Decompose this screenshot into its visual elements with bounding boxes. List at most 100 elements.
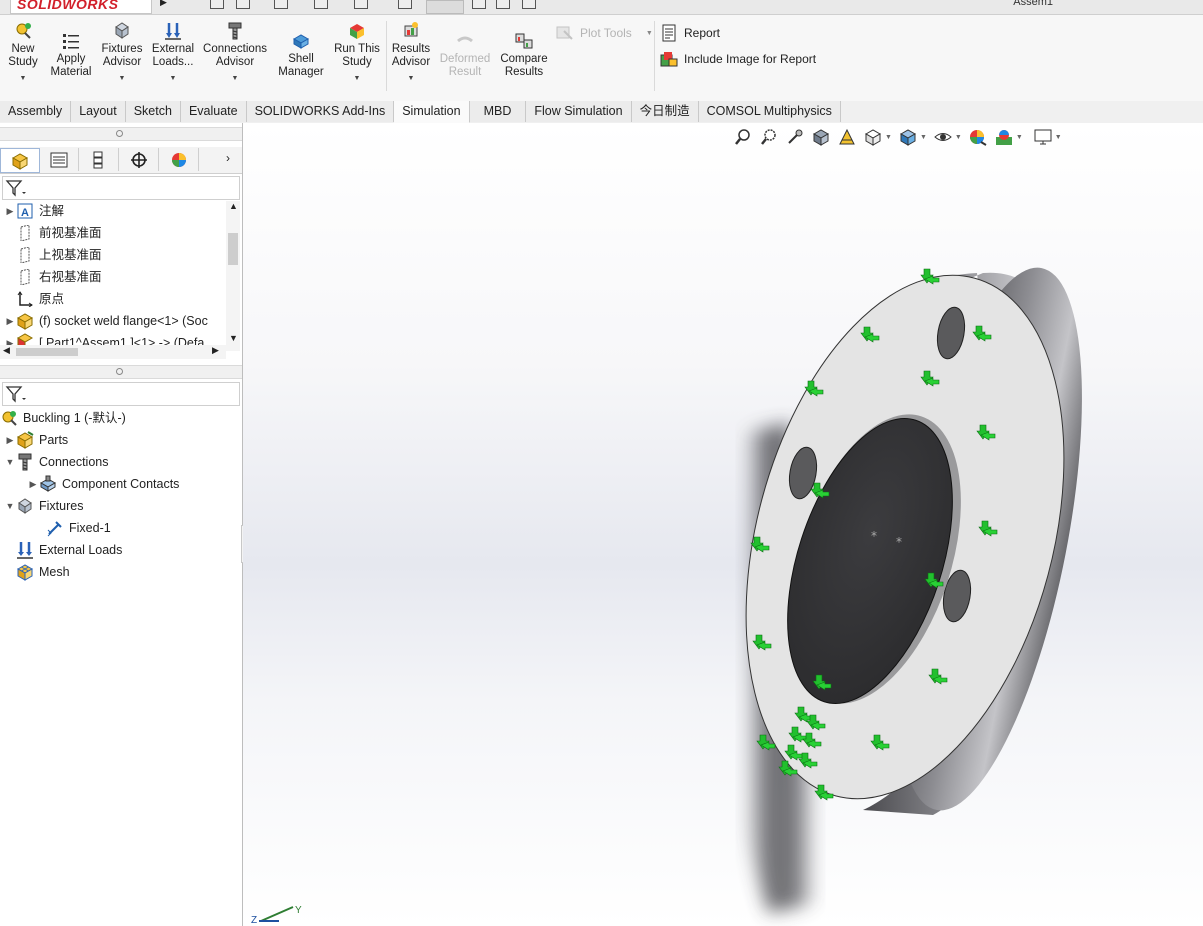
shell-manager-button[interactable]: Shell Manager (276, 31, 326, 79)
expand-arrow-icon[interactable]: ▶ (4, 332, 16, 346)
tab-propertymanager[interactable] (40, 148, 79, 171)
pane-splitter[interactable] (0, 127, 242, 141)
tree-item-origin[interactable]: 原点 (4, 288, 64, 310)
apply-material-button[interactable]: Apply Material (48, 31, 94, 79)
run-study-button[interactable]: Run This Study ▼ (332, 21, 382, 85)
sim-tree-component-contacts[interactable]: ▶ Component Contacts (27, 473, 179, 495)
connections-advisor-button[interactable]: Connections Advisor ▼ (200, 21, 270, 85)
tree-item-label: Fixtures (39, 499, 84, 513)
include-image-button[interactable]: Include Image for Report (660, 50, 816, 68)
scrollbar-thumb[interactable] (228, 233, 238, 265)
tab-featuremanager[interactable] (0, 148, 40, 173)
tab-mbd[interactable]: MBD (469, 101, 527, 122)
logo-text: SOLIDWORKS (17, 0, 119, 12)
sim-tree-connections[interactable]: ▼ Connections (4, 451, 109, 473)
tree-item-front-plane[interactable]: 前视基准面 (4, 222, 102, 244)
tab-assembly[interactable]: Assembly (0, 101, 72, 122)
tab-configurationmanager[interactable] (80, 148, 119, 171)
ribbon-separator (386, 21, 387, 91)
sim-tree-external-loads[interactable]: External Loads (4, 539, 122, 561)
rebuild-icon[interactable] (472, 0, 486, 9)
command-tabs: Assembly Layout Sketch Evaluate SOLIDWOR… (0, 101, 1203, 124)
tab-layout[interactable]: Layout (71, 101, 126, 122)
chevron-down-icon[interactable]: ▼ (646, 30, 653, 37)
plot-tools-button[interactable]: Plot Tools ▼ (556, 25, 653, 41)
solidworks-logo[interactable]: SOLIDWORKS (10, 0, 152, 14)
tab-displaymanager[interactable] (160, 148, 199, 171)
tree-item-socket-weld-flange[interactable]: ▶ (f) socket weld flange<1> (Soc (4, 310, 208, 332)
chevron-down-icon[interactable]: ▼ (332, 72, 382, 85)
deformed-result-button[interactable]: Deformed Result (436, 31, 494, 79)
save-icon[interactable] (314, 0, 328, 9)
manager-tabs: › (0, 147, 242, 174)
new-study-button[interactable]: New Study ▼ (4, 21, 42, 85)
chevron-down-icon[interactable]: ▼ (150, 72, 196, 85)
tree-item-label: Buckling 1 (-默认-) (23, 411, 126, 425)
include-image-icon (660, 52, 678, 67)
sim-tree-fixtures[interactable]: ▼ Fixtures (4, 495, 83, 517)
results-advisor-button[interactable]: Results Advisor ▼ (390, 21, 432, 85)
tree-item-part1[interactable]: ▶ [ Part1^Assem1 ]<1> -> (Defa (4, 332, 204, 346)
report-button[interactable]: Report (660, 24, 720, 42)
open-icon[interactable] (274, 0, 288, 9)
new-document-icon[interactable] (236, 0, 250, 9)
home-icon[interactable] (210, 0, 224, 9)
deformed-result-label-2: Result (448, 66, 482, 78)
chevron-down-icon[interactable]: ▼ (98, 72, 146, 85)
apply-material-icon (63, 34, 79, 49)
compare-results-button[interactable]: Compare Results (498, 31, 550, 79)
tree-item-label: Fixed-1 (69, 521, 111, 535)
tab-dimxpertmanager[interactable] (120, 148, 159, 171)
external-loads-button[interactable]: External Loads... ▼ (150, 21, 196, 85)
external-loads-icon (165, 23, 181, 40)
collapse-arrow-icon[interactable]: ▼ (4, 451, 16, 473)
expand-arrow-icon[interactable]: ▶ (4, 429, 16, 451)
fixtures-advisor-button[interactable]: Fixtures Advisor ▼ (98, 21, 146, 85)
expand-arrow-icon[interactable]: ▶ (27, 473, 39, 495)
tab-solidworks-addins[interactable]: SOLIDWORKS Add-Ins (246, 101, 395, 122)
chevron-down-icon[interactable]: ▼ (4, 72, 42, 85)
tree-item-right-plane[interactable]: 右视基准面 (4, 266, 102, 288)
pane-splitter[interactable] (0, 365, 242, 379)
results-advisor-label-2: Advisor (391, 56, 431, 68)
scroll-up-icon[interactable]: ▲ (229, 201, 238, 211)
chevron-down-icon[interactable]: ▼ (200, 72, 270, 85)
scrollbar-thumb[interactable] (16, 348, 78, 356)
feature-tree-horizontal-scrollbar[interactable]: ◀ ▶ (0, 345, 226, 359)
chevron-right-icon[interactable]: › (226, 151, 230, 165)
simulation-tree-filter[interactable] (2, 382, 240, 406)
tab-simulation[interactable]: Simulation (394, 101, 470, 123)
report-icon (662, 24, 676, 42)
feature-tree-filter[interactable] (2, 176, 240, 200)
scroll-down-icon[interactable]: ▼ (229, 333, 238, 343)
print-icon[interactable] (354, 0, 368, 9)
expand-arrow-icon[interactable]: ▶ (4, 310, 16, 332)
flange-model[interactable]: * * (243, 123, 1203, 926)
chevron-down-icon[interactable]: ▼ (390, 72, 432, 85)
tab-flow-simulation[interactable]: Flow Simulation (526, 101, 632, 122)
menu-arrow-icon[interactable]: ▶ (160, 0, 167, 8)
deformed-result-icon (457, 36, 473, 43)
scroll-left-icon[interactable]: ◀ (3, 345, 10, 356)
collapse-arrow-icon[interactable]: ▼ (4, 495, 16, 517)
expand-arrow-icon[interactable]: ▶ (4, 200, 16, 222)
tab-jinri-zhizao[interactable]: 今日制造 (631, 101, 699, 122)
sim-tree-study[interactable]: Buckling 1 (-默认-) (0, 407, 126, 429)
tab-comsol-multiphysics[interactable]: COMSOL Multiphysics (698, 101, 841, 122)
sim-tree-mesh[interactable]: Mesh (4, 561, 70, 583)
undo-icon[interactable] (398, 0, 412, 9)
scroll-right-icon[interactable]: ▶ (212, 345, 219, 356)
graphics-area[interactable]: ▼ ▼ ▼ ▼ ▼ * * Z Y (243, 123, 1203, 926)
report-label: Report (684, 26, 721, 40)
options-gear-icon[interactable] (522, 0, 536, 9)
tab-sketch[interactable]: Sketch (125, 101, 181, 122)
file-properties-icon[interactable] (496, 0, 510, 9)
sim-tree-fixed-1[interactable]: Fixed-1 (34, 517, 111, 539)
tab-evaluate[interactable]: Evaluate (180, 101, 247, 122)
feature-tree-vertical-scrollbar[interactable]: ▲ ▼ (226, 201, 240, 351)
tree-item-label: 右视基准面 (39, 270, 102, 284)
tree-item-top-plane[interactable]: 上视基准面 (4, 244, 102, 266)
sim-tree-parts[interactable]: ▶ Parts (4, 429, 68, 451)
select-icon[interactable] (426, 0, 464, 14)
tree-item-annotations[interactable]: ▶ A 注解 (4, 200, 64, 222)
